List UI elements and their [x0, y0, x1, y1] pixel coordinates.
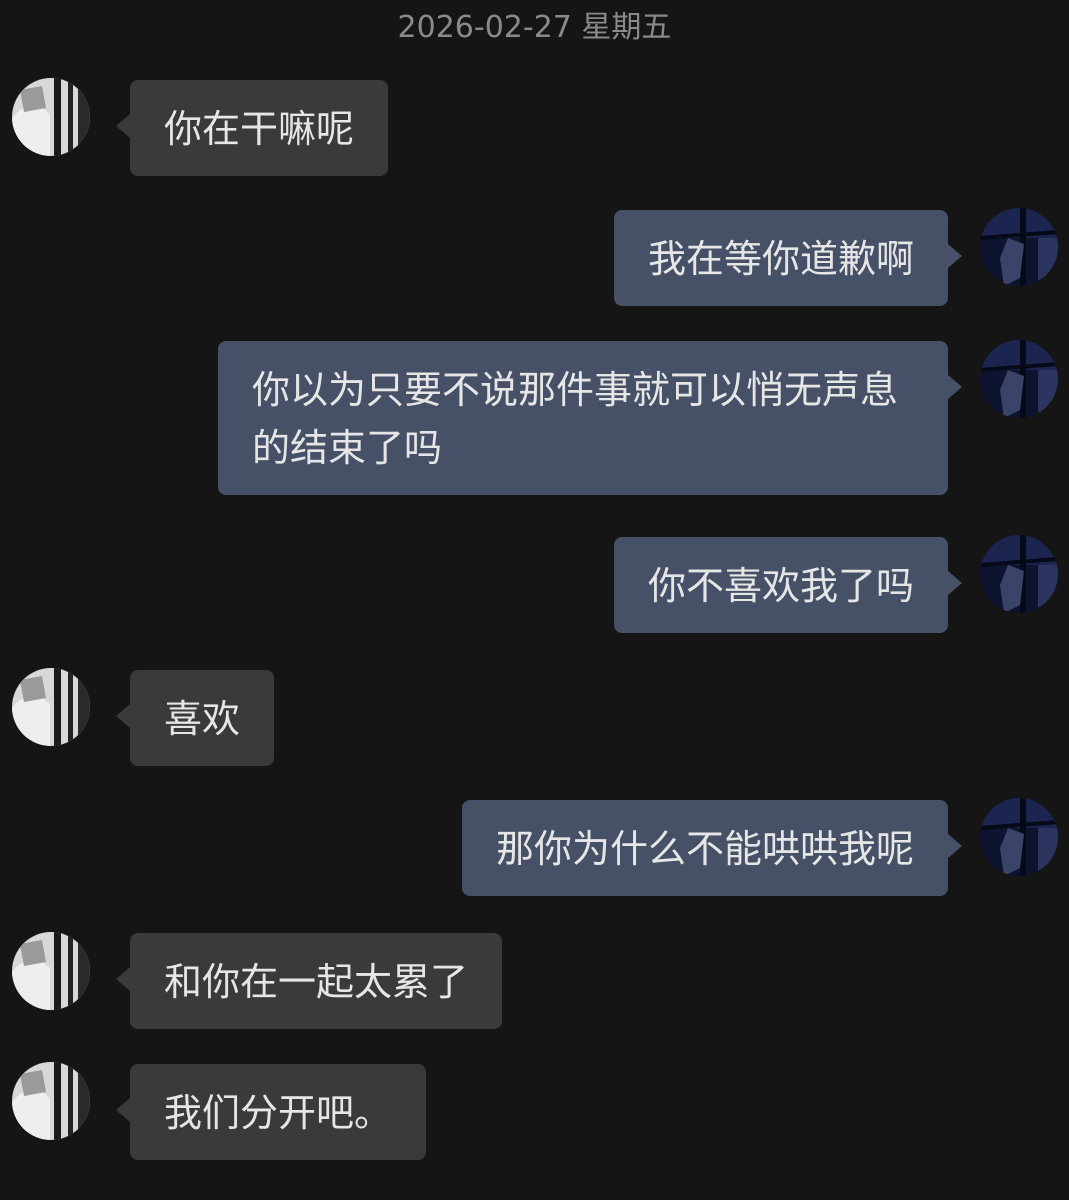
message-bubble-incoming[interactable]: 你在干嘛呢 [115, 80, 389, 176]
message-bubble-outgoing[interactable]: 我在等你道歉啊 [613, 210, 963, 306]
user-avatar[interactable] [980, 798, 1058, 876]
message-bubble-incoming[interactable]: 喜欢 [115, 670, 275, 766]
contact-avatar[interactable] [12, 78, 90, 156]
user-avatar[interactable] [980, 535, 1058, 613]
user-avatar[interactable] [980, 208, 1058, 286]
contact-avatar[interactable] [12, 932, 90, 1010]
contact-avatar[interactable] [12, 668, 90, 746]
message-bubble-outgoing[interactable]: 你不喜欢我了吗 [613, 537, 963, 633]
message-bubble-outgoing[interactable]: 你以为只要不说那件事就可以悄无声息的结束了吗 [218, 341, 962, 495]
message-bubble-outgoing[interactable]: 那你为什么不能哄哄我呢 [461, 800, 963, 896]
message-bubble-incoming[interactable]: 我们分开吧。 [115, 1064, 427, 1160]
contact-avatar[interactable] [12, 1062, 90, 1140]
user-avatar[interactable] [980, 340, 1058, 418]
message-bubble-incoming[interactable]: 和你在一起太累了 [115, 933, 503, 1029]
chat-timestamp: 2026-02-27 星期五 [397, 10, 672, 45]
